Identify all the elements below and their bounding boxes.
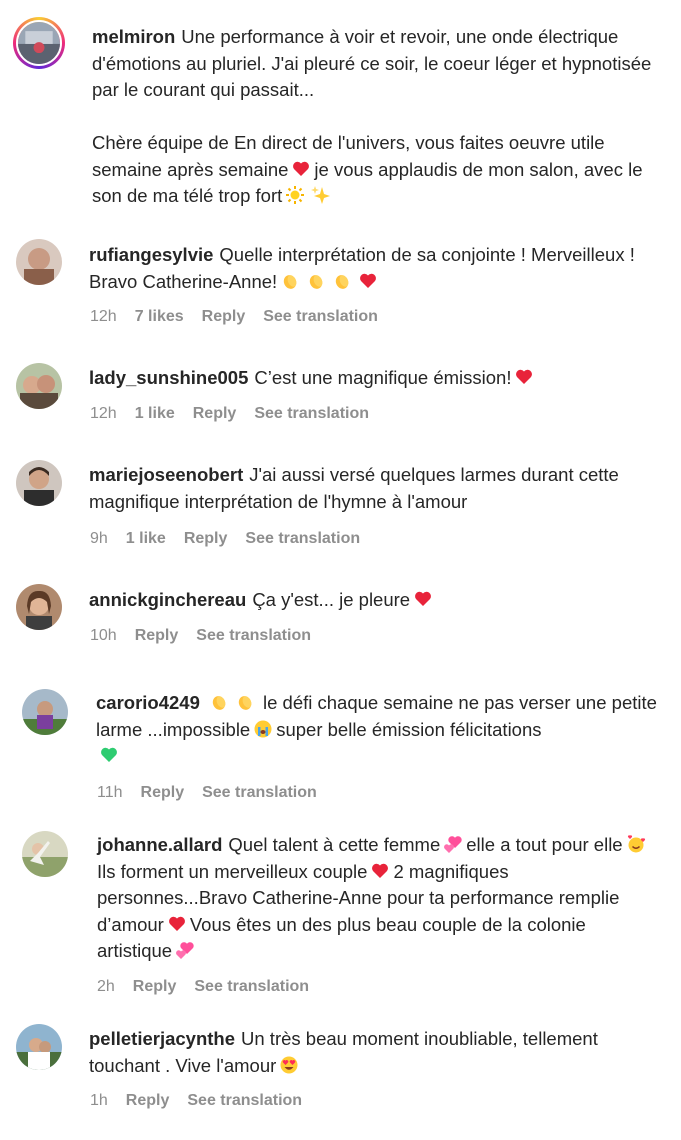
avatar[interactable] xyxy=(16,460,62,506)
comment-text: rufiangesylvie Quelle interprétation de s… xyxy=(89,244,641,292)
comment-text: annickginchereau Ça y'est... je pleure xyxy=(89,587,664,614)
see-translation-button[interactable]: See translation xyxy=(194,978,309,996)
timestamp: 12h xyxy=(90,308,117,325)
clapping-hands-icon xyxy=(209,692,229,712)
comment-text: johanne.allard Quel talent à cette femme e… xyxy=(97,832,662,965)
red-heart-icon xyxy=(358,271,378,291)
comment-text: mariejoseenobert J'ai aussi versé quelque… xyxy=(89,464,624,512)
avatar[interactable] xyxy=(13,17,65,69)
timestamp: 2h xyxy=(97,978,115,995)
username[interactable]: carorio4249 xyxy=(96,692,200,713)
see-translation-button[interactable]: See translation xyxy=(254,405,369,423)
two-hearts-icon xyxy=(443,834,463,854)
smiling-face-with-hearts-icon xyxy=(626,834,646,854)
red-heart-icon xyxy=(370,861,390,881)
red-heart-icon xyxy=(167,914,187,934)
comment-text: melmiron Une performance à voir et revoir… xyxy=(92,26,657,206)
comment-text: carorio4249 le défi chaque semaine ne pa… xyxy=(96,690,666,770)
username[interactable]: johanne.allard xyxy=(97,834,222,855)
avatar[interactable] xyxy=(16,239,62,285)
reply-button[interactable]: Reply xyxy=(133,978,177,996)
comment-meta: 11h Reply See translation xyxy=(97,784,317,802)
clapping-hands-icon xyxy=(235,692,255,712)
avatar[interactable] xyxy=(22,831,68,877)
comment-text: pelletierjacynthe Un très beau moment ino… xyxy=(89,1028,603,1076)
username[interactable]: lady_sunshine005 xyxy=(89,367,248,388)
see-translation-button[interactable]: See translation xyxy=(245,530,360,548)
comment-meta: 9h 1 like Reply See translation xyxy=(90,530,360,548)
comment-text: lady_sunshine005 C’est une magnifique émi… xyxy=(89,365,664,392)
username[interactable]: mariejoseenobert xyxy=(89,464,243,485)
clapping-hands-icon xyxy=(280,271,300,291)
reply-button[interactable]: Reply xyxy=(126,1092,170,1110)
comments-list: melmiron Une performance à voir et revoir… xyxy=(0,0,681,1140)
crying-face-icon xyxy=(253,719,273,739)
reply-button[interactable]: Reply xyxy=(202,308,246,326)
see-translation-button[interactable]: See translation xyxy=(196,627,311,645)
username[interactable]: annickginchereau xyxy=(89,589,246,610)
see-translation-button[interactable]: See translation xyxy=(187,1092,302,1110)
avatar[interactable] xyxy=(16,584,62,630)
red-heart-icon xyxy=(514,367,534,387)
reply-button[interactable]: Reply xyxy=(135,627,179,645)
see-translation-button[interactable]: See translation xyxy=(202,784,317,802)
comment-meta: 10h Reply See translation xyxy=(90,627,311,645)
comment-meta: 12h 1 like Reply See translation xyxy=(90,405,369,423)
sun-icon xyxy=(285,185,305,205)
sparkles-icon xyxy=(311,185,331,205)
see-translation-button[interactable]: See translation xyxy=(263,308,378,326)
heart-eyes-icon xyxy=(279,1055,299,1075)
reply-button[interactable]: Reply xyxy=(193,405,237,423)
timestamp: 10h xyxy=(90,627,117,644)
likes-count[interactable]: 1 like xyxy=(135,405,175,423)
comment-meta: 1h Reply See translation xyxy=(90,1092,302,1110)
timestamp: 9h xyxy=(90,530,108,547)
timestamp: 11h xyxy=(97,784,123,801)
red-heart-icon xyxy=(291,159,311,179)
likes-count[interactable]: 1 like xyxy=(126,530,166,548)
two-hearts-icon xyxy=(175,940,195,960)
red-heart-icon xyxy=(413,589,433,609)
green-heart-icon xyxy=(99,745,119,765)
username[interactable]: rufiangesylvie xyxy=(89,244,213,265)
avatar[interactable] xyxy=(16,363,62,409)
reply-button[interactable]: Reply xyxy=(141,784,185,802)
avatar[interactable] xyxy=(22,689,68,735)
reply-button[interactable]: Reply xyxy=(184,530,228,548)
timestamp: 1h xyxy=(90,1092,108,1109)
avatar[interactable] xyxy=(16,1024,62,1070)
clapping-hands-icon xyxy=(332,271,352,291)
comment-meta: 2h Reply See translation xyxy=(97,978,309,996)
username[interactable]: melmiron xyxy=(92,26,175,47)
likes-count[interactable]: 7 likes xyxy=(135,308,184,326)
comment-meta: 12h 7 likes Reply See translation xyxy=(90,308,378,326)
clapping-hands-icon xyxy=(306,271,326,291)
username[interactable]: pelletierjacynthe xyxy=(89,1028,235,1049)
timestamp: 12h xyxy=(90,405,117,422)
